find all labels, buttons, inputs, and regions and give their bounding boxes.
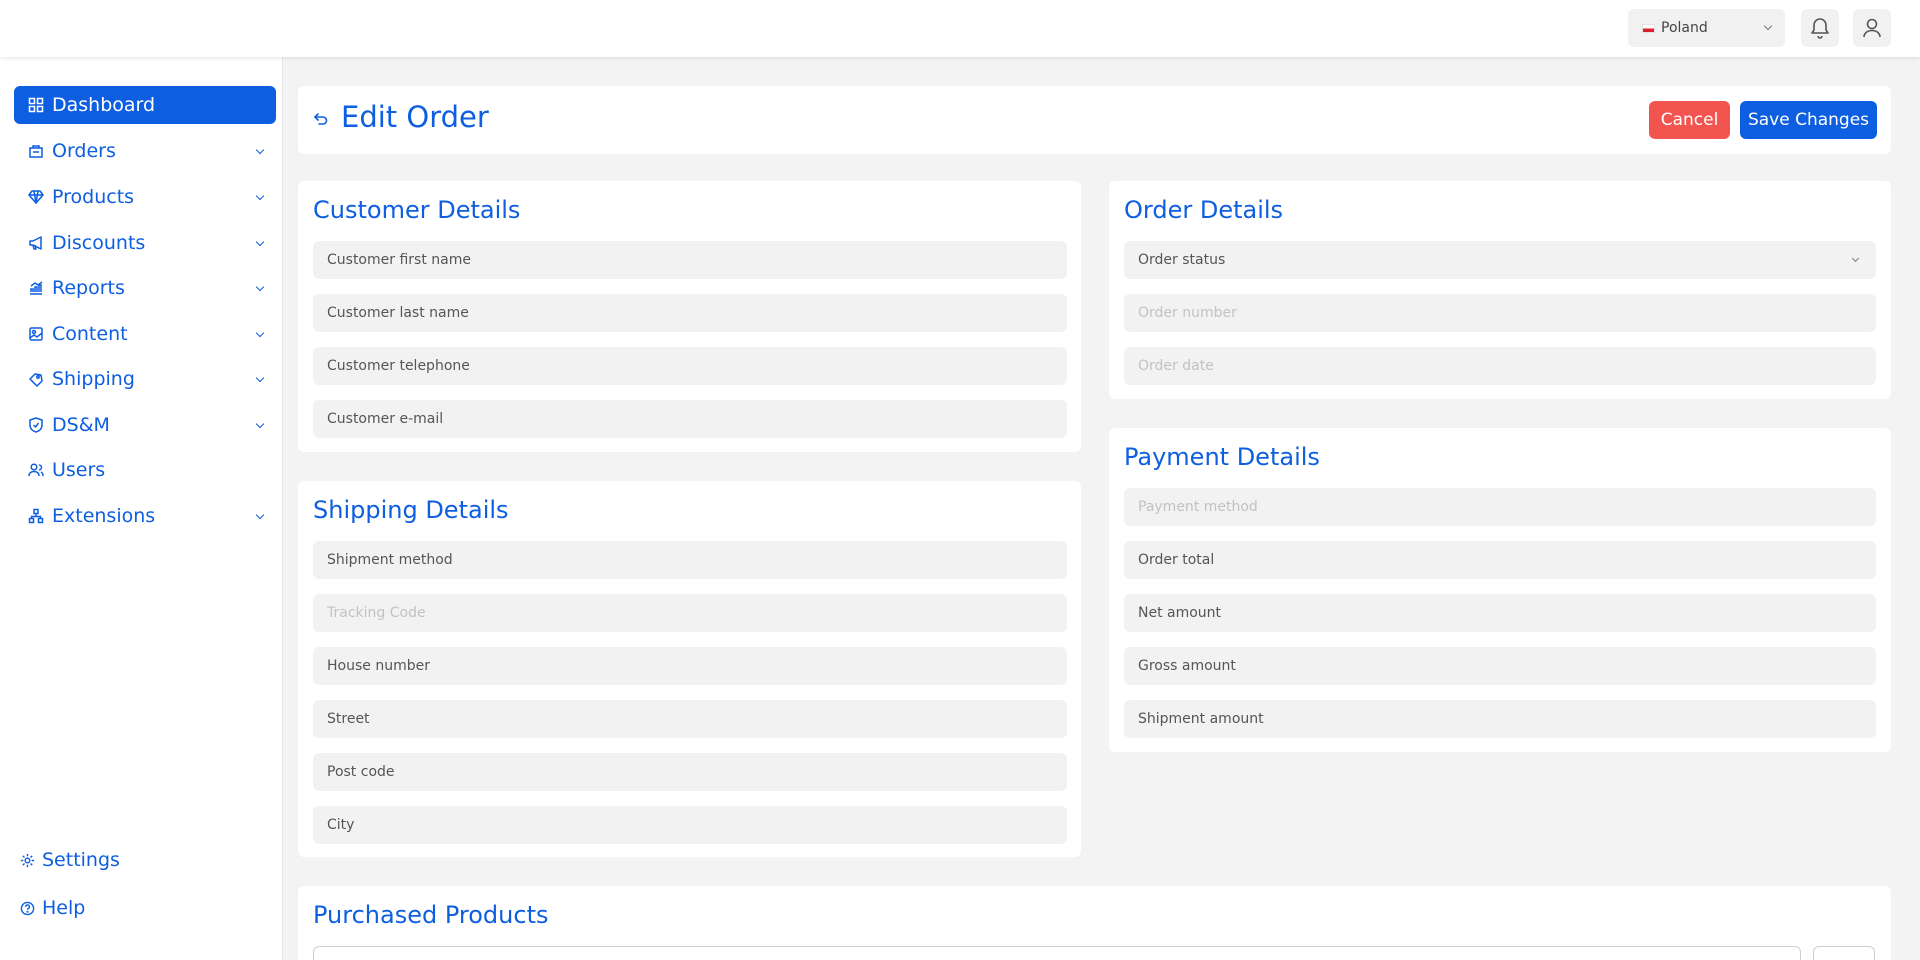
chevron-down-icon (255, 145, 265, 155)
order-status-label: Order status (1138, 252, 1226, 268)
poland-flag-icon (1642, 23, 1655, 33)
gross-amount-input[interactable]: Gross amount (1124, 647, 1876, 685)
sidebar-item-products[interactable]: Products (14, 178, 276, 216)
purchased-products-card: Purchased Products (298, 886, 1891, 960)
gear-icon (20, 853, 35, 867)
house-number-input[interactable]: House number (313, 647, 1067, 685)
street-input[interactable]: Street (313, 700, 1067, 738)
country-select[interactable]: Poland (1628, 9, 1785, 47)
sidebar-item-shipping[interactable]: Shipping (14, 360, 276, 398)
chart-icon (30, 281, 43, 295)
user-icon (1863, 18, 1881, 38)
chevron-down-icon (255, 328, 265, 338)
shipping-details-card: Shipping Details Shipment method Trackin… (298, 481, 1081, 857)
order-details-card: Order Details Order status Order number … (1109, 181, 1891, 399)
sidebar-settings[interactable]: Settings (20, 849, 120, 871)
order-status-select[interactable]: Order status (1124, 241, 1876, 279)
country-label: Poland (1661, 20, 1708, 36)
sidebar-item-label: Extensions (52, 505, 156, 527)
chevron-down-icon (255, 191, 265, 201)
sidebar-item-dashboard[interactable]: Dashboard (14, 86, 276, 124)
user-menu-button[interactable] (1853, 9, 1891, 47)
sidebar-item-extensions[interactable]: Extensions (14, 497, 276, 535)
sidebar-item-dsm[interactable]: DS&M (14, 406, 276, 444)
chevron-down-icon (255, 237, 265, 247)
chevron-down-icon (255, 510, 265, 520)
add-product-button[interactable] (1813, 946, 1875, 960)
payment-details-card: Payment Details Payment method Order tot… (1109, 428, 1891, 752)
sidebar-help[interactable]: Help (20, 897, 85, 919)
sidebar-item-label: Dashboard (52, 94, 156, 116)
megaphone-icon (29, 236, 42, 250)
bell-icon (1811, 18, 1829, 39)
post-code-input[interactable]: Post code (313, 753, 1067, 791)
purchased-products-title: Purchased Products (313, 901, 549, 929)
orders-icon (29, 145, 43, 158)
payment-details-title: Payment Details (1124, 443, 1320, 471)
order-total-input[interactable]: Order total (1124, 541, 1876, 579)
save-changes-button[interactable]: Save Changes (1740, 101, 1877, 139)
help-icon (20, 901, 35, 915)
chevron-down-icon (255, 282, 265, 292)
sidebar-item-label: Discounts (52, 232, 146, 254)
sidebar: Dashboard Orders Products Discounts Repo… (0, 57, 283, 960)
content-icon (29, 327, 43, 341)
customer-email-input[interactable]: Customer e-mail (313, 400, 1067, 438)
page-title: Edit Order (341, 100, 489, 134)
sidebar-item-orders[interactable]: Orders (14, 132, 276, 170)
shipping-icon (29, 373, 43, 387)
dashboard-icon (28, 97, 44, 113)
notifications-button[interactable] (1801, 9, 1839, 47)
order-details-title: Order Details (1124, 196, 1284, 224)
extensions-icon (28, 508, 44, 524)
sidebar-item-users[interactable]: Users (14, 451, 276, 489)
order-date-input[interactable]: Order date (1124, 347, 1876, 385)
payment-method-input[interactable]: Payment method (1124, 488, 1876, 526)
sidebar-item-label: Reports (52, 277, 125, 299)
customer-first-name-input[interactable]: Customer first name (313, 241, 1067, 279)
sidebar-item-reports[interactable]: Reports (14, 269, 276, 307)
chevron-down-icon (255, 419, 265, 429)
sidebar-item-label: Users (52, 459, 106, 481)
customer-telephone-input[interactable]: Customer telephone (313, 347, 1067, 385)
tracking-code-input[interactable]: Tracking Code (313, 594, 1067, 632)
chevron-down-icon (1851, 254, 1860, 263)
shipping-details-title: Shipping Details (313, 496, 509, 524)
shipment-method-input[interactable]: Shipment method (313, 541, 1067, 579)
chevron-down-icon (1763, 21, 1773, 31)
order-number-input[interactable]: Order number (1124, 294, 1876, 332)
back-arrow-icon[interactable] (313, 112, 329, 126)
shield-icon (29, 417, 43, 433)
sidebar-item-label: Products (52, 186, 135, 208)
customer-last-name-input[interactable]: Customer last name (313, 294, 1067, 332)
sidebar-item-label: Orders (52, 140, 116, 162)
customer-details-title: Customer Details (313, 196, 521, 224)
users-icon (28, 463, 44, 477)
sidebar-item-label: DS&M (52, 414, 110, 436)
sidebar-item-content[interactable]: Content (14, 315, 276, 353)
net-amount-input[interactable]: Net amount (1124, 594, 1876, 632)
customer-details-card: Customer Details Customer first name Cus… (298, 181, 1081, 452)
settings-label: Settings (42, 849, 120, 871)
gem-icon (28, 190, 44, 204)
sidebar-item-discounts[interactable]: Discounts (14, 224, 276, 262)
top-bar: Poland (0, 0, 1920, 57)
help-label: Help (42, 897, 86, 919)
sidebar-item-label: Content (52, 323, 128, 345)
chevron-down-icon (255, 373, 265, 383)
product-search-input[interactable] (313, 946, 1801, 960)
page-header: Edit Order Cancel Save Changes (298, 86, 1891, 154)
cancel-button[interactable]: Cancel (1649, 101, 1730, 139)
shipment-amount-input[interactable]: Shipment amount (1124, 700, 1876, 738)
sidebar-item-label: Shipping (52, 368, 135, 390)
city-input[interactable]: City (313, 806, 1067, 844)
